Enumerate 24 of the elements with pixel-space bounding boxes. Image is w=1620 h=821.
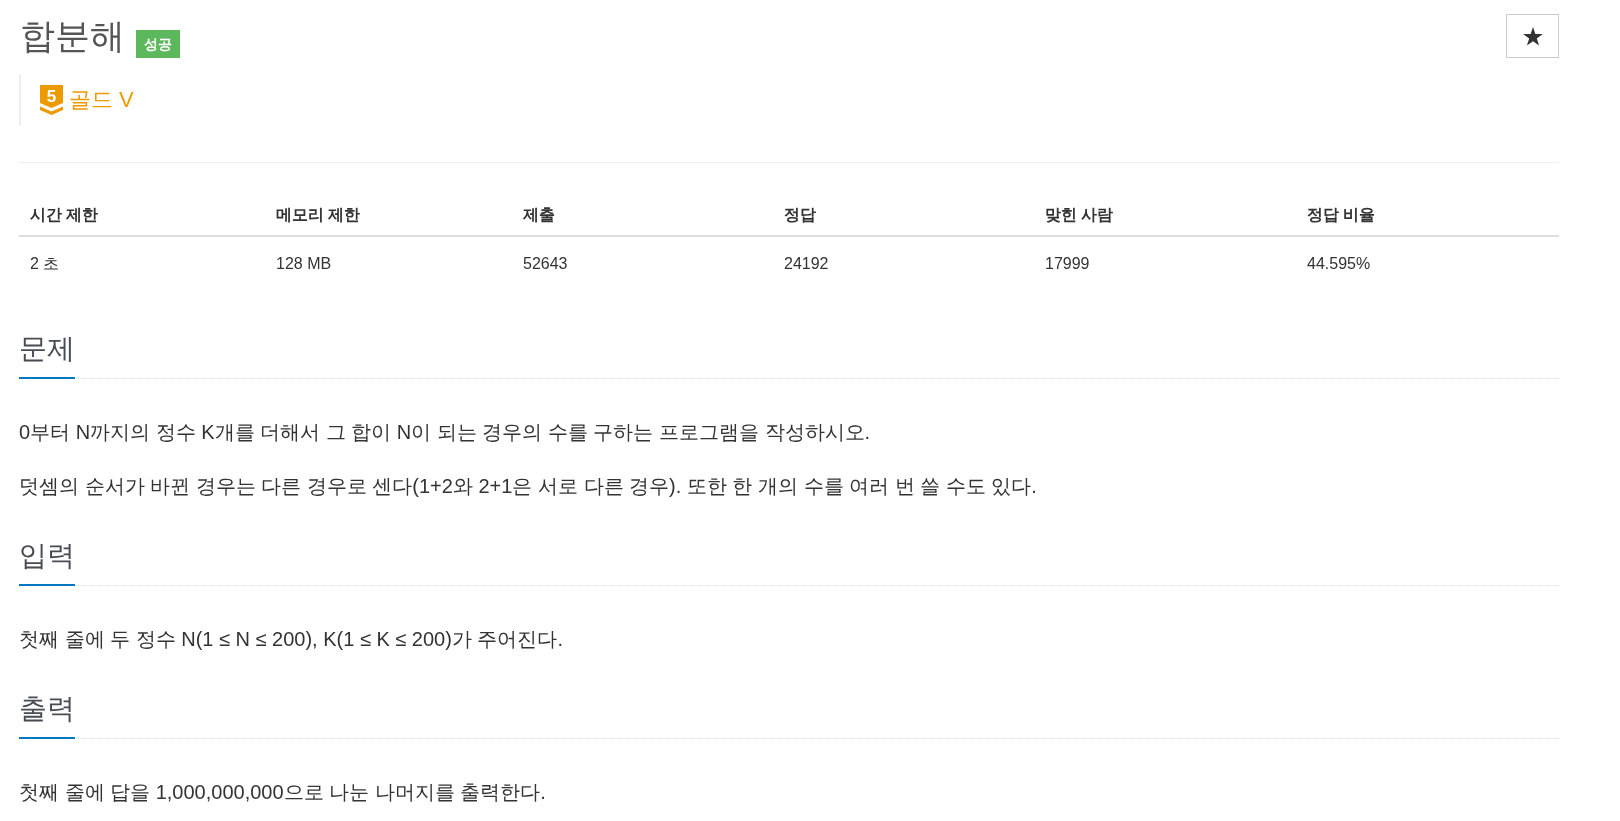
result-label: 성공	[136, 30, 180, 58]
table-cell: 52643	[512, 236, 773, 287]
favorite-button[interactable]	[1506, 14, 1559, 58]
table-header: 시간 제한	[19, 195, 265, 236]
table-cell: 44.595%	[1296, 236, 1559, 287]
table-header: 제출	[512, 195, 773, 236]
star-icon	[1522, 26, 1543, 46]
table-cell: 24192	[773, 236, 1034, 287]
problem-title: 합분해	[20, 15, 125, 57]
table-cell: 128 MB	[265, 236, 512, 287]
tier-label: 골드 V	[69, 86, 134, 114]
paragraph: 첫째 줄에 두 정수 N(1 ≤ N ≤ 200), K(1 ≤ K ≤ 200)가 주어진다.	[19, 627, 564, 652]
table-cell: 2 초	[19, 236, 265, 287]
table-header: 메모리 제한	[265, 195, 512, 236]
section-heading: 문제	[19, 331, 75, 379]
paragraph: 첫째 줄에 답을 1,000,000,000으로 나눈 나머지를 출력한다.	[19, 780, 547, 805]
paragraph: 0부터 N까지의 정수 K개를 더해서 그 합이 N이 되는 경우의 수를 구하는 프로그램을 작성하시오.	[19, 420, 872, 445]
section-heading: 입력	[19, 538, 75, 586]
table-cell: 17999	[1034, 236, 1296, 287]
section-heading: 출력	[19, 691, 75, 739]
table-header: 정답 비율	[1296, 195, 1559, 236]
paragraph: 덧셈의 순서가 바뀐 경우는 다른 경우로 센다(1+2와 2+1은 서로 다른 경우). 또한 한 개의 수를 여러 번 쓸 수도 있다.	[19, 474, 1038, 499]
table-header: 맞힌 사람	[1034, 195, 1296, 236]
table-header: 정답	[773, 195, 1034, 236]
